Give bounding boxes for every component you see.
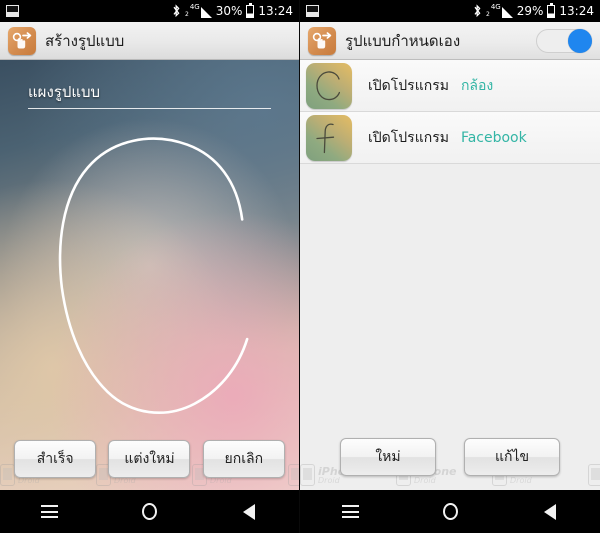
status-notifications <box>306 5 319 17</box>
right-screen: 2 4G 29% 13:24 รูปแบบกำหนดเอง เปิดโปรแกร… <box>300 0 600 533</box>
network-type-label: 4G <box>189 3 200 11</box>
right-button-row: ใหม่ แก้ไข <box>300 438 600 476</box>
gesture-thumbnail-f <box>306 114 352 161</box>
clock-label: 13:24 <box>559 4 594 18</box>
input-underline <box>28 108 271 109</box>
cancel-button[interactable]: ยกเลิก <box>202 440 285 478</box>
signal-sub-label: 2 <box>185 11 189 18</box>
list-item-action: เปิดโปรแกรม <box>368 77 449 94</box>
list-item[interactable]: เปิดโปรแกรม กล้อง <box>300 60 600 112</box>
retry-button[interactable]: แต่งใหม่ <box>108 440 191 478</box>
gesture-name-field[interactable]: แผงรูปแบบ <box>28 80 271 109</box>
watermark-line2: Droid <box>414 475 436 485</box>
battery-percent-label: 30% <box>215 4 243 18</box>
left-button-row: สำเร็จ แต่งใหม่ ยกเลิก <box>0 440 299 478</box>
bluetooth-icon <box>172 4 181 18</box>
clock-label: 13:24 <box>258 4 293 18</box>
signal-bars-icon: 2 4G <box>185 4 212 18</box>
network-type-label: 4G <box>490 3 501 11</box>
left-screen: 2 4G 30% 13:24 สร้างรูปแบบ แผงรูปแบบ Dro… <box>0 0 300 533</box>
bluetooth-icon <box>473 4 482 18</box>
gesture-list: เปิดโปรแกรม กล้อง เปิดโปรแกรม Facebook i… <box>300 60 600 490</box>
enable-gestures-toggle[interactable] <box>536 28 592 53</box>
signal-bars-icon: 2 4G <box>486 4 513 18</box>
home-icon[interactable] <box>426 490 474 533</box>
right-navigation-bar <box>300 490 600 533</box>
list-item-target: กล้อง <box>460 77 494 94</box>
page-title: รูปแบบกำหนดเอง <box>345 31 461 50</box>
gesture-stroke-c <box>58 137 249 414</box>
done-button[interactable]: สำเร็จ <box>14 440 97 478</box>
dual-screenshot-container: 2 4G 30% 13:24 สร้างรูปแบบ แผงรูปแบบ Dro… <box>0 0 600 533</box>
menu-icon[interactable] <box>326 490 374 533</box>
watermark-line2: Droid <box>318 475 340 485</box>
edit-button[interactable]: แก้ไข <box>464 438 560 476</box>
status-indicators: 2 4G 30% 13:24 <box>172 0 293 22</box>
signal-sub-label: 2 <box>486 11 490 18</box>
battery-icon <box>246 2 255 18</box>
left-action-bar: สร้างรูปแบบ <box>0 22 299 60</box>
list-item-action: เปิดโปรแกรม <box>368 129 449 146</box>
signal-triangle <box>501 7 513 18</box>
new-button[interactable]: ใหม่ <box>340 438 436 476</box>
list-item[interactable]: เปิดโปรแกรม Facebook <box>300 112 600 164</box>
photo-icon <box>306 5 319 17</box>
right-action-bar: รูปแบบกำหนดเอง <box>300 22 600 60</box>
back-icon[interactable] <box>225 490 273 533</box>
battery-icon <box>547 2 556 18</box>
list-item-target: Facebook <box>460 129 527 146</box>
gesture-name-input[interactable]: แผงรูปแบบ <box>28 80 271 108</box>
status-indicators: 2 4G 29% 13:24 <box>473 0 594 22</box>
toggle-knob <box>568 28 592 53</box>
gesture-hand-icon <box>308 26 336 55</box>
gesture-thumbnail-c <box>306 62 352 109</box>
signal-triangle <box>200 7 212 18</box>
status-notifications <box>6 5 19 17</box>
home-icon[interactable] <box>125 490 173 533</box>
left-status-bar: 2 4G 30% 13:24 <box>0 0 299 22</box>
gesture-hand-icon <box>8 26 36 55</box>
menu-icon[interactable] <box>26 490 74 533</box>
photo-icon <box>6 5 19 17</box>
page-title: สร้างรูปแบบ <box>45 31 125 50</box>
watermark-line2: Droid <box>510 475 532 485</box>
right-status-bar: 2 4G 29% 13:24 <box>300 0 600 22</box>
battery-percent-label: 29% <box>516 4 544 18</box>
gesture-drawing-canvas[interactable]: แผงรูปแบบ iPhoneDroid iPhoneDroid iPhone… <box>0 60 299 490</box>
back-icon[interactable] <box>526 490 574 533</box>
left-navigation-bar <box>0 490 299 533</box>
